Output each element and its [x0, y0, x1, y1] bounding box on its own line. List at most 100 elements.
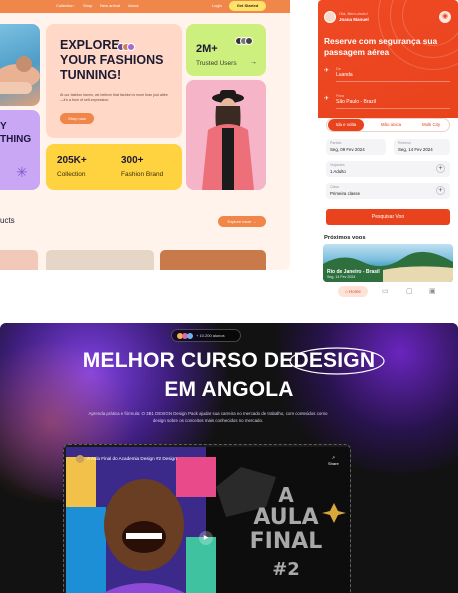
thumbnail-text-line3: FINAL — [249, 529, 323, 554]
students-badge-text: + 10.200 alunos — [196, 333, 225, 338]
headline-part: MELHOR CURSO DE — [82, 349, 294, 372]
avatar-stack-icon — [177, 333, 193, 339]
search-flight-button[interactable]: Pesquisar Voo — [326, 209, 450, 225]
stat-collection-value: 205K+ — [57, 155, 87, 166]
tab-multi-city[interactable]: Multi City — [413, 119, 449, 131]
next-date: Seg, 14 Fev 2024 — [327, 275, 356, 279]
avatar-group — [235, 32, 253, 50]
trusted-users-count: 2M+ — [196, 43, 218, 55]
return-label: Retorno — [398, 141, 411, 145]
tab-round-trip[interactable]: Ida e volta — [328, 119, 364, 131]
hero-text-tile: Y THING ✳ — [0, 110, 40, 190]
login-link[interactable]: Login — [212, 3, 222, 8]
design-course-preview: + 10.200 alunos MELHOR CURSO DEDESIGN EM… — [0, 323, 458, 593]
video-title-text: A Aula Final do Academia Design #2 Desig… — [87, 456, 177, 462]
greeting-text: Olá, Bem-vindo! — [339, 11, 368, 16]
channel-avatar[interactable] — [76, 455, 84, 463]
to-value[interactable]: São Paulo - Brazil — [336, 99, 376, 105]
video-thumbnail[interactable]: A Aula Final do Academia Design #2 Desig… — [66, 447, 350, 593]
avatar[interactable] — [324, 11, 336, 23]
avatar — [245, 37, 253, 45]
class-label: Class — [330, 185, 339, 189]
from-label: De — [336, 67, 341, 71]
explore-card: EXPLORE YOUR FASHIONS TUNNING! At our fa… — [46, 24, 182, 138]
explore-title: EXPLORE YOUR FASHIONS TUNNING! — [60, 38, 164, 82]
stat-collection-label: Collection — [57, 171, 86, 178]
model-photo-illustration — [0, 56, 40, 94]
tab-one-way[interactable]: Mão única — [371, 119, 411, 131]
students-badge: + 10.200 alunos — [171, 329, 241, 342]
fashion-site-preview: Collection Shop New arrival About Login … — [0, 0, 290, 270]
shop-now-button[interactable]: Shop now — [60, 113, 94, 124]
explore-body: At our fashion haven, we believe that fa… — [60, 93, 168, 102]
next-flight-card[interactable]: Rio de Janeiro - Brasil Seg, 14 Fev 2024 — [323, 244, 453, 282]
nav-shop[interactable]: Shop — [83, 3, 92, 8]
avatar — [127, 43, 135, 51]
takeoff-icon: ✈ — [324, 68, 330, 74]
play-icon[interactable]: ▶ — [199, 531, 213, 545]
headline-highlight: DESIGN — [289, 347, 386, 375]
product-image[interactable] — [160, 250, 266, 270]
trusted-users-label: Trusted Users — [196, 60, 237, 67]
departure-field[interactable]: Partida Seg, 09 Fev 2024 — [326, 139, 386, 155]
screenshot-collage: Collection Shop New arrival About Login … — [0, 0, 458, 593]
from-value[interactable]: Luanda — [336, 72, 353, 78]
share-label: Share — [328, 461, 339, 466]
nav-new-arrival[interactable]: New arrival — [100, 3, 120, 8]
nav-collection[interactable]: Collection — [56, 3, 74, 8]
nav-about[interactable]: About — [128, 3, 138, 8]
return-field[interactable]: Retorno Seg, 14 Fev 2024 — [394, 139, 450, 155]
divider — [336, 108, 450, 109]
departure-label: Partida — [330, 141, 342, 145]
divider — [336, 81, 450, 82]
explore-more-label: Explore more — [227, 219, 252, 224]
trusted-users-card: 2M+ Trusted Users → — [186, 24, 266, 76]
hero-partial-text: Y THING — [0, 121, 32, 145]
arrow-right-icon[interactable]: → — [250, 59, 257, 66]
nav-home-label: Home — [349, 289, 361, 294]
video-player[interactable]: A Aula Final do Academia Design #2 Desig… — [63, 444, 351, 593]
circle-scribble-icon — [289, 347, 386, 375]
stat-brand-value: 300+ — [121, 155, 144, 166]
nav-home[interactable]: ⌂ Home — [338, 286, 368, 297]
model-photo-pink — [186, 80, 266, 190]
share-button[interactable]: ↗ Share — [328, 455, 339, 467]
class-field[interactable]: Class Primeira classe + — [326, 183, 450, 199]
plus-icon[interactable]: + — [436, 186, 445, 195]
bell-icon[interactable]: ◉ — [439, 11, 451, 23]
landing-icon: ✈ — [324, 96, 330, 102]
trip-type-tabs: Ida e volta Mão única Multi City — [326, 118, 450, 132]
flight-header: Olá, Bem-vindo! Joana Manuel ◉ Reserve c… — [318, 0, 458, 118]
course-description: Aprenda prática e fórmula: O 3B1 DESIGN … — [88, 411, 328, 423]
to-label: Para — [336, 94, 345, 98]
course-headline-line2: EM ANGOLA — [164, 378, 294, 401]
user-name: Joana Manuel — [339, 17, 369, 22]
video-title[interactable]: A Aula Final do Academia Design #2 Desig… — [76, 455, 177, 463]
product-image[interactable] — [0, 250, 38, 270]
product-image[interactable] — [46, 250, 154, 270]
hero-photo-blue — [0, 24, 40, 106]
travelers-label: Viajantes — [330, 163, 345, 167]
plus-icon[interactable]: + — [436, 164, 445, 173]
bookmark-icon[interactable]: ▢ — [406, 287, 413, 295]
thumbnail-text-line4: #2 — [272, 559, 300, 580]
travelers-field[interactable]: Viajantes 1 Adulto + — [326, 161, 450, 177]
class-value: Primeira classe — [330, 191, 361, 196]
ticket-icon[interactable]: ▭ — [382, 287, 389, 295]
explore-more-button[interactable]: Explore more → — [218, 216, 266, 227]
model-photo-illustration — [202, 90, 254, 190]
next-flights-heading: Próximos voos — [324, 235, 366, 241]
bottom-nav: ⌂ Home ▭ ▢ ▣ — [318, 282, 458, 302]
departure-value: Seg, 09 Fev 2024 — [330, 147, 365, 152]
flight-title: Reserve com segurança sua passagem aérea — [324, 36, 438, 57]
travelers-value: 1 Adulto — [330, 169, 346, 174]
return-value: Seg, 14 Fev 2024 — [398, 147, 433, 152]
sparkle-icon: ✳ — [16, 164, 28, 180]
course-headline-line1: MELHOR CURSO DEDESIGN — [0, 347, 458, 375]
flight-app-preview: Olá, Bem-vindo! Joana Manuel ◉ Reserve c… — [318, 0, 458, 302]
profile-icon[interactable]: ▣ — [429, 287, 436, 295]
get-started-button[interactable]: Get Started — [229, 1, 266, 11]
fashion-navbar: Collection Shop New arrival About Login … — [0, 0, 290, 13]
avatar-group — [117, 38, 135, 56]
thumbnail-text-line2: AULA — [253, 505, 319, 530]
